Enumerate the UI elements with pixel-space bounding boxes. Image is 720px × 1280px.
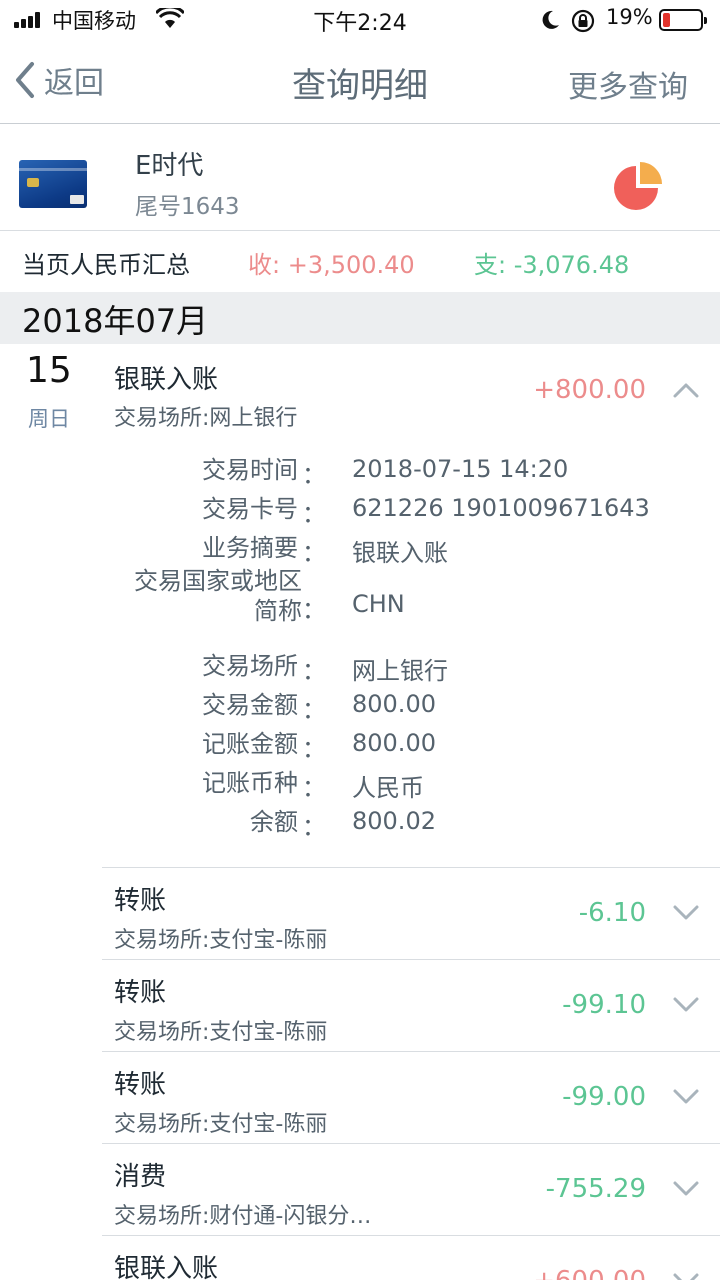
- detail-value: CHN: [352, 590, 405, 618]
- detail-label: 交易金额: [202, 691, 298, 719]
- orientation-lock-icon: [571, 9, 595, 33]
- detail-colon: ：: [302, 596, 326, 624]
- summary-label: 当页人民币汇总: [22, 251, 190, 279]
- transaction-place: 交易场所:支付宝-陈丽: [114, 928, 328, 953]
- detail-label: 记账金额: [202, 730, 298, 758]
- navigation-bar: 返回 查询明细 更多查询: [0, 40, 720, 124]
- detail-colon: ：: [302, 774, 326, 802]
- transaction-row[interactable]: 消费交易场所:财付通-闪银分… -755.29: [102, 1143, 720, 1235]
- pie-chart-icon[interactable]: [612, 160, 664, 212]
- do-not-disturb-moon-icon: [542, 10, 559, 29]
- card-name: E时代: [135, 151, 204, 181]
- battery-icon: [659, 9, 707, 31]
- bank-card-icon: [19, 160, 87, 208]
- detail-value: 800.00: [352, 690, 436, 718]
- chevron-down-icon[interactable]: [672, 1180, 700, 1198]
- transaction-place: 交易场所:支付宝-陈丽: [114, 1112, 328, 1137]
- battery-percent: 19%: [606, 5, 653, 29]
- transaction-title: 银联入账: [114, 1254, 219, 1280]
- month-header: 2018年07月: [0, 292, 720, 344]
- transaction-title: 银联入账: [114, 365, 219, 395]
- detail-label: 交易场所: [202, 652, 298, 680]
- detail-value: 800.02: [352, 807, 436, 835]
- transaction-amount: +600.00: [533, 1266, 646, 1280]
- transaction-amount: -99.00: [562, 1082, 646, 1112]
- transaction-row[interactable]: 转账交易场所:支付宝-陈丽 -99.10: [102, 959, 720, 1051]
- detail-colon: ：: [302, 657, 326, 685]
- transaction-row[interactable]: 银联入账 +600.00: [102, 1235, 720, 1280]
- detail-label: 交易国家或地区简称: [134, 567, 302, 625]
- detail-value: 621226 1901009671643: [352, 494, 650, 522]
- detail-colon: ：: [302, 735, 326, 763]
- card-info-row: E时代 尾号1643: [0, 125, 720, 231]
- transaction-title: 转账: [114, 978, 167, 1008]
- month-label: 2018年07月: [22, 302, 209, 340]
- detail-value: 网上银行: [352, 657, 448, 685]
- transaction-place: 交易场所:支付宝-陈丽: [114, 1020, 328, 1045]
- card-tail-number: 尾号1643: [135, 194, 240, 220]
- transaction-amount: -755.29: [545, 1174, 646, 1204]
- detail-colon: ：: [302, 539, 326, 567]
- chevron-down-icon[interactable]: [672, 996, 700, 1014]
- summary-income: 收: +3,500.40: [248, 251, 415, 279]
- more-query-button[interactable]: 更多查询: [568, 62, 688, 106]
- summary-expense: 支: -3,076.48: [474, 251, 630, 279]
- detail-value: 800.00: [352, 729, 436, 757]
- detail-label: 交易时间: [202, 456, 298, 484]
- detail-label: 业务摘要: [202, 534, 298, 562]
- transaction-title: 消费: [114, 1162, 167, 1192]
- chevron-down-icon[interactable]: [672, 1088, 700, 1106]
- day-date: 15: [26, 350, 72, 391]
- detail-value: 银联入账: [352, 539, 448, 567]
- chevron-up-icon[interactable]: [672, 381, 700, 399]
- transaction-amount: +800.00: [533, 375, 646, 405]
- day-weekday: 周日: [28, 407, 70, 431]
- chevron-down-icon[interactable]: [672, 904, 700, 922]
- transaction-title: 转账: [114, 886, 167, 916]
- detail-colon: ：: [302, 696, 326, 724]
- transaction-title: 转账: [114, 1070, 167, 1100]
- detail-value: 人民币: [352, 774, 424, 802]
- detail-label: 交易卡号: [202, 495, 298, 523]
- detail-label: 记账币种: [202, 769, 298, 797]
- detail-label: 余额: [250, 808, 298, 836]
- detail-colon: ：: [302, 813, 326, 841]
- transaction-row[interactable]: 转账交易场所:支付宝-陈丽 -6.10: [102, 867, 720, 959]
- status-bar: 中国移动 下午2:24 19%: [0, 0, 720, 40]
- transaction-amount: -6.10: [578, 898, 646, 928]
- transaction-row[interactable]: 转账交易场所:支付宝-陈丽 -99.00: [102, 1051, 720, 1143]
- detail-colon: ：: [302, 500, 326, 528]
- detail-value: 2018-07-15 14:20: [352, 455, 569, 483]
- transaction-place: 交易场所:网上银行: [114, 406, 298, 431]
- summary-row: 当页人民币汇总 收: +3,500.40 支: -3,076.48: [0, 232, 720, 292]
- transaction-amount: -99.10: [562, 990, 646, 1020]
- expanded-transaction[interactable]: 银联入账 交易场所:网上银行 +800.00 交易时间： 2018-07-15 1…: [102, 345, 720, 867]
- detail-colon: ：: [302, 461, 326, 489]
- chevron-down-icon[interactable]: [672, 1272, 700, 1280]
- transaction-place: 交易场所:财付通-闪银分…: [114, 1204, 372, 1229]
